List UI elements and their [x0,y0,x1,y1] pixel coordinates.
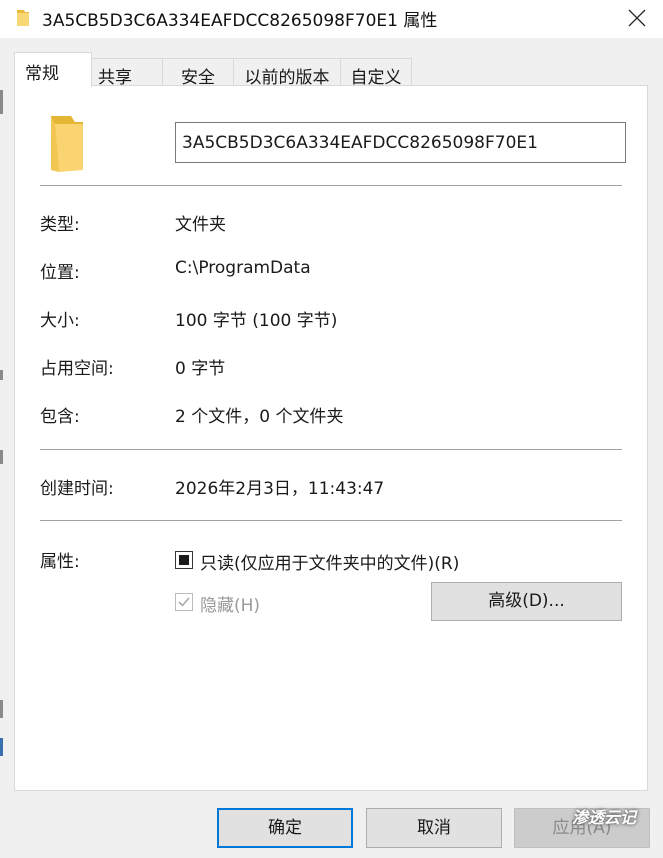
hidden-checkbox[interactable] [175,593,193,611]
edge-artifact [0,738,3,756]
type-value: 文件夹 [175,215,226,235]
folder-icon [51,116,83,172]
window-title: 3A5CB5D3C6A334EAFDCC8265098F70E1 属性 [42,11,438,31]
size-value: 100 字节 (100 字节) [175,311,338,331]
tab-previous-versions[interactable]: 以前的版本 [233,58,341,88]
location-label: 位置: [40,263,80,283]
divider [40,520,622,521]
tab-general[interactable]: 常规 [14,52,92,87]
general-panel: 类型: 文件夹 位置: C:\ProgramData 大小: 100 字节 (1… [14,85,648,791]
size-on-disk-value: 0 字节 [175,359,226,379]
edge-artifact [0,450,3,464]
ok-button[interactable]: 确定 [217,808,353,848]
divider [40,449,622,450]
close-icon [628,9,646,27]
readonly-checkbox[interactable] [175,551,193,569]
created-value: 2026年2月3日，11:43:47 [175,479,385,499]
contains-label: 包含: [40,407,80,427]
created-label: 创建时间: [40,479,114,499]
type-label: 类型: [40,215,80,235]
watermark: 渗透云记 [572,808,637,827]
properties-window: 3A5CB5D3C6A334EAFDCC8265098F70E1 属性 常规 共… [0,0,663,858]
tab-customize[interactable]: 自定义 [340,58,412,88]
edge-artifact [0,370,3,380]
checkmark-icon [178,597,190,607]
title-bar: 3A5CB5D3C6A334EAFDCC8265098F70E1 属性 [0,0,663,38]
folder-icon [17,10,29,26]
attributes-label: 属性: [40,552,80,572]
cancel-button[interactable]: 取消 [366,808,502,848]
divider [40,185,622,186]
folder-name-input[interactable] [175,122,626,163]
tab-security[interactable]: 安全 [162,58,234,88]
edge-artifact [0,700,3,718]
contains-value: 2 个文件，0 个文件夹 [175,407,344,427]
location-value: C:\ProgramData [175,258,311,278]
edge-artifact [0,90,3,114]
readonly-label[interactable]: 只读(仅应用于文件夹中的文件)(R) [200,549,459,574]
tab-sharing[interactable]: 共享 [91,58,163,88]
hidden-label[interactable]: 隐藏(H) [200,591,260,616]
tab-label: 常规 [25,64,59,84]
size-label: 大小: [40,311,80,331]
advanced-button[interactable]: 高级(D)... [431,582,622,621]
tab-strip: 常规 共享 安全 以前的版本 自定义 [0,52,663,88]
close-button[interactable] [615,0,659,36]
size-on-disk-label: 占用空间: [40,359,114,379]
